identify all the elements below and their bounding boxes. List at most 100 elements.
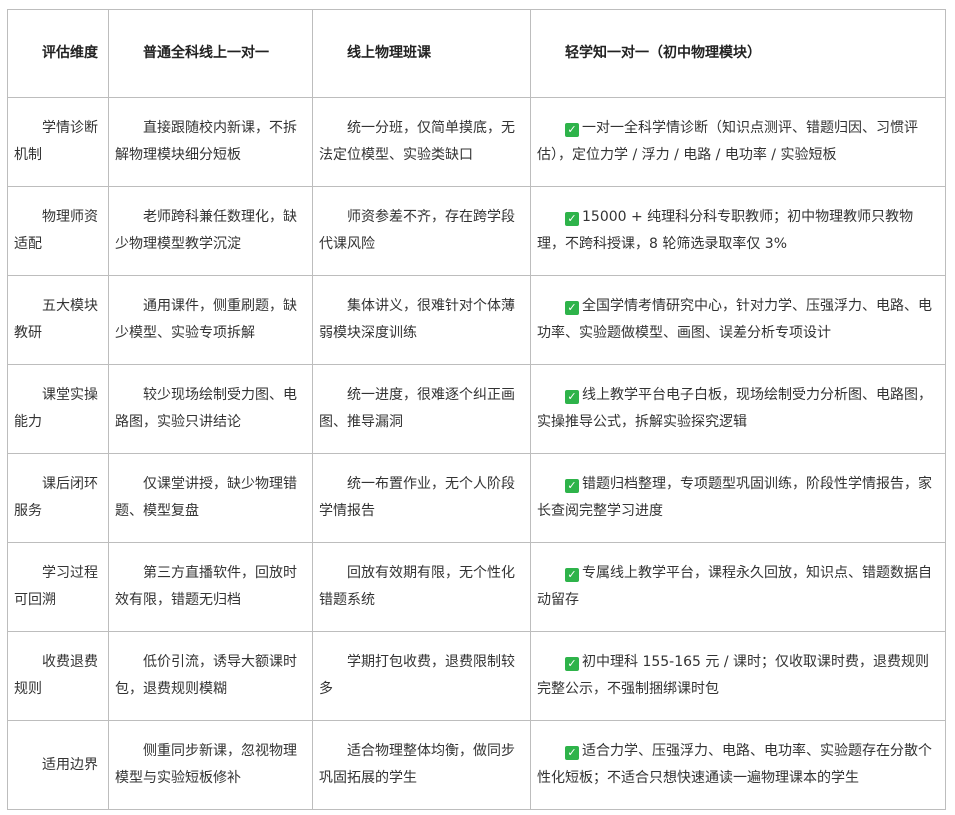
cell-class-course: 集体讲义，很难针对个体薄弱模块深度训练 <box>312 275 531 365</box>
cell-general-text: 通用课件，侧重刷题，缺少模型、实验专项拆解 <box>115 298 297 341</box>
cell-dimension-wrap: 适用边界 <box>14 752 102 779</box>
cell-dimension-wrap: 收费退费规则 <box>14 649 102 703</box>
table-row: 物理师资适配 老师跨科兼任数理化，缺少物理模型教学沉淀 师资参差不齐，存在跨学段代课… <box>7 186 946 276</box>
cell-qingxuezhi-wrap: ✓ 15000 + 纯理科分科专职教师；初中物理教师只教物理，不跨科授课，8 轮筛… <box>537 204 939 258</box>
cell-general-text: 老师跨科兼任数理化，缺少物理模型教学沉淀 <box>115 209 297 252</box>
cell-qingxuezhi-text: 15000 + 纯理科分科专职教师；初中物理教师只教物理，不跨科授课，8 轮筛选… <box>537 209 914 252</box>
cell-qingxuezhi-wrap: ✓ 适合力学、压强浮力、电路、电功率、实验题存在分散个性化短板；不适合只想快速通读… <box>537 738 939 792</box>
cell-qingxuezhi-wrap: ✓ 初中理科 155-165 元 / 课时；仅收取课时费，退费规则完整公示，不强制… <box>537 649 939 703</box>
comparison-table: 评估维度 普通全科线上一对一 线上物理班课 轻学知一对一（初中物理模块） 学情诊… <box>7 9 946 810</box>
cell-general-wrap: 直接跟随校内新课，不拆解物理模块细分短板 <box>115 115 306 169</box>
cell-class-course: 学期打包收费，退费限制较多 <box>312 631 531 721</box>
check-mark-icon: ✓ <box>565 568 579 582</box>
cell-dimension-text: 学习过程可回溯 <box>14 565 98 608</box>
cell-dimension: 学习过程可回溯 <box>7 542 109 632</box>
header-dimension: 评估维度 <box>7 9 109 98</box>
cell-general-text: 第三方直播软件，回放时效有限，错题无归档 <box>115 565 297 608</box>
cell-class-course-text: 学期打包收费，退费限制较多 <box>319 654 515 697</box>
cell-dimension: 五大模块教研 <box>7 275 109 365</box>
cell-qingxuezhi: ✓ 初中理科 155-165 元 / 课时；仅收取课时费，退费规则完整公示，不强制… <box>530 631 946 721</box>
cell-qingxuezhi-text: 错题归档整理，专项题型巩固训练，阶段性学情报告，家长查阅完整学习进度 <box>537 476 932 519</box>
cell-class-course-wrap: 统一进度，很难逐个纠正画图、推导漏洞 <box>319 382 524 436</box>
cell-dimension-text: 学情诊断机制 <box>14 120 98 163</box>
cell-general-text: 仅课堂讲授，缺少物理错题、模型复盘 <box>115 476 297 519</box>
cell-qingxuezhi: ✓ 15000 + 纯理科分科专职教师；初中物理教师只教物理，不跨科授课，8 轮筛… <box>530 186 946 276</box>
cell-dimension: 物理师资适配 <box>7 186 109 276</box>
table-row: 课后闭环服务 仅课堂讲授，缺少物理错题、模型复盘 统一布置作业，无个人阶段学情报告 ✓… <box>7 453 946 543</box>
cell-class-course-text: 统一进度，很难逐个纠正画图、推导漏洞 <box>319 387 515 430</box>
cell-dimension-text: 五大模块教研 <box>14 298 98 341</box>
cell-general: 侧重同步新课，忽视物理模型与实验短板修补 <box>108 720 313 810</box>
check-mark-icon: ✓ <box>565 212 579 226</box>
header-dimension-label: 评估维度 <box>42 45 98 61</box>
cell-class-course-text: 回放有效期有限，无个性化错题系统 <box>319 565 515 608</box>
cell-general-wrap: 侧重同步新课，忽视物理模型与实验短板修补 <box>115 738 306 792</box>
cell-qingxuezhi-text: 适合力学、压强浮力、电路、电功率、实验题存在分散个性化短板；不适合只想快速通读一… <box>537 743 932 786</box>
header-row: 评估维度 普通全科线上一对一 线上物理班课 轻学知一对一（初中物理模块） <box>7 9 946 98</box>
cell-qingxuezhi-text: 初中理科 155-165 元 / 课时；仅收取课时费，退费规则完整公示，不强制捆… <box>537 654 930 697</box>
cell-general-wrap: 仅课堂讲授，缺少物理错题、模型复盘 <box>115 471 306 525</box>
cell-class-course-text: 统一分班，仅简单摸底，无法定位模型、实验类缺口 <box>319 120 515 163</box>
header-general: 普通全科线上一对一 <box>108 9 313 98</box>
cell-qingxuezhi-text: 一对一全科学情诊断（知识点测评、错题归因、习惯评估），定位力学 / 浮力 / 电… <box>537 120 918 163</box>
table-row: 五大模块教研 通用课件，侧重刷题，缺少模型、实验专项拆解 集体讲义，很难针对个体薄弱… <box>7 275 946 365</box>
cell-dimension-wrap: 学情诊断机制 <box>14 115 102 169</box>
cell-dimension: 收费退费规则 <box>7 631 109 721</box>
cell-dimension-text: 课后闭环服务 <box>14 476 98 519</box>
check-mark-icon: ✓ <box>565 390 579 404</box>
cell-class-course-wrap: 师资参差不齐，存在跨学段代课风险 <box>319 204 524 258</box>
table-header: 评估维度 普通全科线上一对一 线上物理班课 轻学知一对一（初中物理模块） <box>7 9 946 98</box>
check-mark-icon: ✓ <box>565 123 579 137</box>
cell-qingxuezhi-text: 全国学情考情研究中心，针对力学、压强浮力、电路、电功率、实验题做模型、画图、误差… <box>537 298 932 341</box>
cell-class-course: 师资参差不齐，存在跨学段代课风险 <box>312 186 531 276</box>
header-class-course-label: 线上物理班课 <box>347 45 431 61</box>
check-mark-icon: ✓ <box>565 746 579 760</box>
cell-class-course-wrap: 学期打包收费，退费限制较多 <box>319 649 524 703</box>
header-general-label: 普通全科线上一对一 <box>143 45 269 61</box>
cell-dimension-wrap: 课堂实操能力 <box>14 382 102 436</box>
cell-qingxuezhi: ✓ 适合力学、压强浮力、电路、电功率、实验题存在分散个性化短板；不适合只想快速通读… <box>530 720 946 810</box>
cell-class-course-wrap: 适合物理整体均衡，做同步巩固拓展的学生 <box>319 738 524 792</box>
cell-general: 第三方直播软件，回放时效有限，错题无归档 <box>108 542 313 632</box>
cell-dimension-text: 收费退费规则 <box>14 654 98 697</box>
cell-general: 通用课件，侧重刷题，缺少模型、实验专项拆解 <box>108 275 313 365</box>
cell-qingxuezhi: ✓ 专属线上教学平台，课程永久回放，知识点、错题数据自动留存 <box>530 542 946 632</box>
cell-general-text: 较少现场绘制受力图、电路图，实验只讲结论 <box>115 387 297 430</box>
cell-class-course-text: 适合物理整体均衡，做同步巩固拓展的学生 <box>319 743 515 786</box>
cell-qingxuezhi-wrap: ✓ 全国学情考情研究中心，针对力学、压强浮力、电路、电功率、实验题做模型、画图、误… <box>537 293 939 347</box>
header-qingxuezhi: 轻学知一对一（初中物理模块） <box>530 9 946 98</box>
cell-class-course-wrap: 回放有效期有限，无个性化错题系统 <box>319 560 524 614</box>
cell-dimension: 课堂实操能力 <box>7 364 109 454</box>
cell-general-wrap: 低价引流，诱导大额课时包，退费规则模糊 <box>115 649 306 703</box>
cell-qingxuezhi: ✓ 错题归档整理，专项题型巩固训练，阶段性学情报告，家长查阅完整学习进度 <box>530 453 946 543</box>
cell-qingxuezhi: ✓ 全国学情考情研究中心，针对力学、压强浮力、电路、电功率、实验题做模型、画图、误… <box>530 275 946 365</box>
table-body: 学情诊断机制 直接跟随校内新课，不拆解物理模块细分短板 统一分班，仅简单摸底，无法定… <box>7 97 946 810</box>
table-row: 收费退费规则 低价引流，诱导大额课时包，退费规则模糊 学期打包收费，退费限制较多 ✓ 初… <box>7 631 946 721</box>
cell-qingxuezhi: ✓ 线上教学平台电子白板，现场绘制受力分析图、电路图，实操推导公式，拆解实验探究逻… <box>530 364 946 454</box>
cell-class-course: 回放有效期有限，无个性化错题系统 <box>312 542 531 632</box>
check-mark-icon: ✓ <box>565 301 579 315</box>
cell-general: 仅课堂讲授，缺少物理错题、模型复盘 <box>108 453 313 543</box>
cell-class-course-text: 师资参差不齐，存在跨学段代课风险 <box>319 209 515 252</box>
cell-qingxuezhi-text: 专属线上教学平台，课程永久回放，知识点、错题数据自动留存 <box>537 565 932 608</box>
cell-qingxuezhi-wrap: ✓ 专属线上教学平台，课程永久回放，知识点、错题数据自动留存 <box>537 560 939 614</box>
cell-dimension: 课后闭环服务 <box>7 453 109 543</box>
cell-dimension-text: 课堂实操能力 <box>14 387 98 430</box>
cell-dimension-wrap: 五大模块教研 <box>14 293 102 347</box>
cell-general: 低价引流，诱导大额课时包，退费规则模糊 <box>108 631 313 721</box>
cell-class-course: 适合物理整体均衡，做同步巩固拓展的学生 <box>312 720 531 810</box>
header-class-course: 线上物理班课 <box>312 9 531 98</box>
cell-class-course: 统一进度，很难逐个纠正画图、推导漏洞 <box>312 364 531 454</box>
cell-dimension-text: 适用边界 <box>42 756 98 773</box>
cell-qingxuezhi: ✓ 一对一全科学情诊断（知识点测评、错题归因、习惯评估），定位力学 / 浮力 / … <box>530 97 946 187</box>
cell-general-text: 直接跟随校内新课，不拆解物理模块细分短板 <box>115 120 297 163</box>
cell-dimension: 学情诊断机制 <box>7 97 109 187</box>
cell-general: 老师跨科兼任数理化，缺少物理模型教学沉淀 <box>108 186 313 276</box>
table-row: 课堂实操能力 较少现场绘制受力图、电路图，实验只讲结论 统一进度，很难逐个纠正画图、… <box>7 364 946 454</box>
cell-class-course-wrap: 统一分班，仅简单摸底，无法定位模型、实验类缺口 <box>319 115 524 169</box>
cell-class-course-wrap: 统一布置作业，无个人阶段学情报告 <box>319 471 524 525</box>
table-row: 学情诊断机制 直接跟随校内新课，不拆解物理模块细分短板 统一分班，仅简单摸底，无法定… <box>7 97 946 187</box>
cell-general-text: 低价引流，诱导大额课时包，退费规则模糊 <box>115 654 297 697</box>
cell-qingxuezhi-text: 线上教学平台电子白板，现场绘制受力分析图、电路图，实操推导公式，拆解实验探究逻辑 <box>537 387 932 430</box>
cell-dimension-wrap: 学习过程可回溯 <box>14 560 102 614</box>
